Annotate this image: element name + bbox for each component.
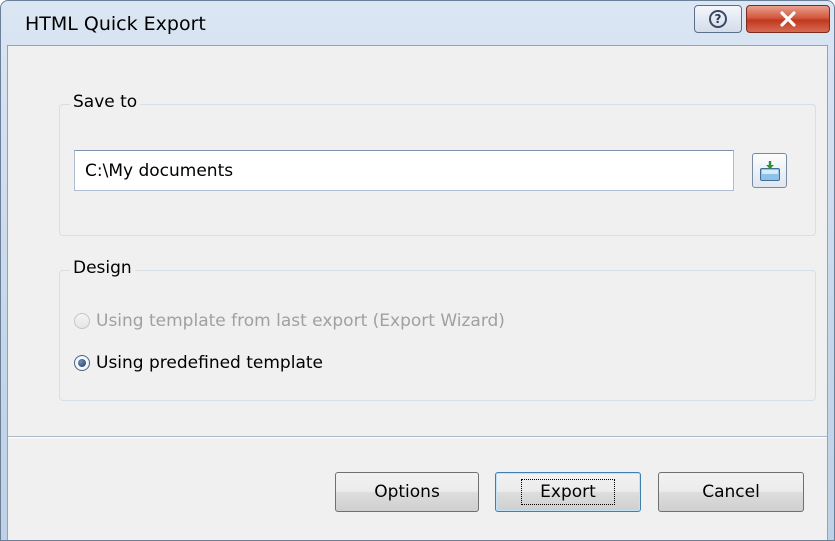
help-icon: ? [709,10,727,28]
radio-button-disabled[interactable] [74,313,90,329]
radio-last-export-template[interactable]: Using template from last export (Export … [74,311,505,331]
footer-separator [8,436,827,438]
design-group: Design Using template from last export (… [59,258,816,401]
close-icon [780,11,796,27]
options-button[interactable]: Options [335,472,479,512]
export-button[interactable]: Export [495,472,641,512]
close-button[interactable] [746,5,830,33]
save-to-group: Save to [59,92,816,236]
folder-browse-icon [759,160,780,181]
cancel-button[interactable]: Cancel [658,472,804,512]
radio-predefined-label: Using predefined template [96,353,323,373]
radio-last-export-label: Using template from last export (Export … [96,311,505,331]
browse-folder-button[interactable] [752,153,787,188]
dialog-window: HTML Quick Export ? Save to Desi [0,0,835,541]
design-label: Design [70,258,135,278]
title-bar[interactable]: HTML Quick Export ? [1,1,834,45]
window-title: HTML Quick Export [25,13,206,35]
radio-predefined-template[interactable]: Using predefined template [74,353,323,373]
export-button-label: Export [521,479,615,505]
dialog-client-area: Save to Design Using template from last … [7,45,828,540]
help-button[interactable]: ? [694,5,742,33]
save-to-label: Save to [70,92,141,112]
radio-button-checked[interactable] [74,355,90,371]
save-path-input[interactable] [74,150,734,191]
radio-selected-dot [78,359,86,367]
